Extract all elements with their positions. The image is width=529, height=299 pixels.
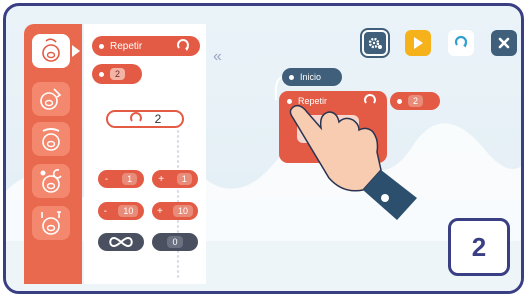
- plus-ten-button[interactable]: +10: [152, 202, 198, 220]
- level-badge: 2: [448, 218, 510, 276]
- category-sound[interactable]: [32, 206, 70, 240]
- palette-repeat-block[interactable]: Repetir: [92, 36, 200, 56]
- repeat-icon: [129, 112, 142, 122]
- minus-one-button[interactable]: -1: [98, 170, 144, 188]
- infinity-icon: [109, 236, 133, 248]
- settings-icon: [368, 37, 382, 49]
- start-label: Inicio: [300, 72, 322, 82]
- repeat-icon: [177, 39, 189, 51]
- minus-one-value: 1: [122, 173, 138, 185]
- plus-sign: +: [157, 205, 163, 217]
- category-control[interactable]: [32, 34, 80, 68]
- palette-count-value[interactable]: 2: [110, 68, 126, 80]
- restart-button[interactable]: [448, 30, 474, 56]
- pig-music-icon: [41, 211, 61, 235]
- plus-ten-value: 10: [172, 205, 193, 217]
- start-block[interactable]: Inicio: [282, 68, 342, 86]
- palette-loop-count: 2: [154, 112, 162, 126]
- plus-one-value: 1: [176, 173, 192, 185]
- restart-icon: [454, 35, 468, 48]
- block-palette: Repetir 2 2 -1 +1 -10 +10 0: [84, 24, 206, 284]
- category-shake[interactable]: [32, 122, 70, 156]
- pig-night-icon: [40, 168, 62, 193]
- close-icon: [498, 37, 510, 49]
- minus-ten-button[interactable]: -10: [98, 202, 144, 220]
- pig-face-icon: [42, 38, 60, 62]
- minus-ten-value: 10: [118, 205, 139, 217]
- play-button[interactable]: [405, 30, 431, 56]
- plus-sign: +: [158, 173, 165, 185]
- settings-button[interactable]: [360, 28, 390, 58]
- palette-loop-counter[interactable]: 2: [106, 110, 184, 128]
- level-number: 2: [471, 231, 487, 262]
- category-night[interactable]: [32, 164, 70, 198]
- category-sidebar: [24, 24, 82, 284]
- palette-divider: [176, 119, 180, 279]
- category-touch[interactable]: [32, 82, 70, 116]
- pig-tap-icon: [40, 88, 62, 110]
- collapse-icon[interactable]: «: [213, 48, 222, 66]
- plus-one-button[interactable]: +1: [152, 170, 198, 188]
- play-icon: [414, 37, 423, 49]
- pointing-hand-icon: [289, 104, 417, 220]
- zero-button[interactable]: 0: [152, 233, 198, 251]
- pig-shake-icon: [42, 128, 60, 151]
- zero-value: 0: [167, 236, 183, 248]
- palette-repeat-label: Repetir: [110, 40, 143, 52]
- minus-sign: -: [103, 205, 107, 217]
- close-button[interactable]: [491, 30, 517, 56]
- minus-sign: -: [104, 173, 109, 185]
- palette-count-block[interactable]: 2: [92, 64, 142, 84]
- infinity-button[interactable]: [98, 233, 144, 251]
